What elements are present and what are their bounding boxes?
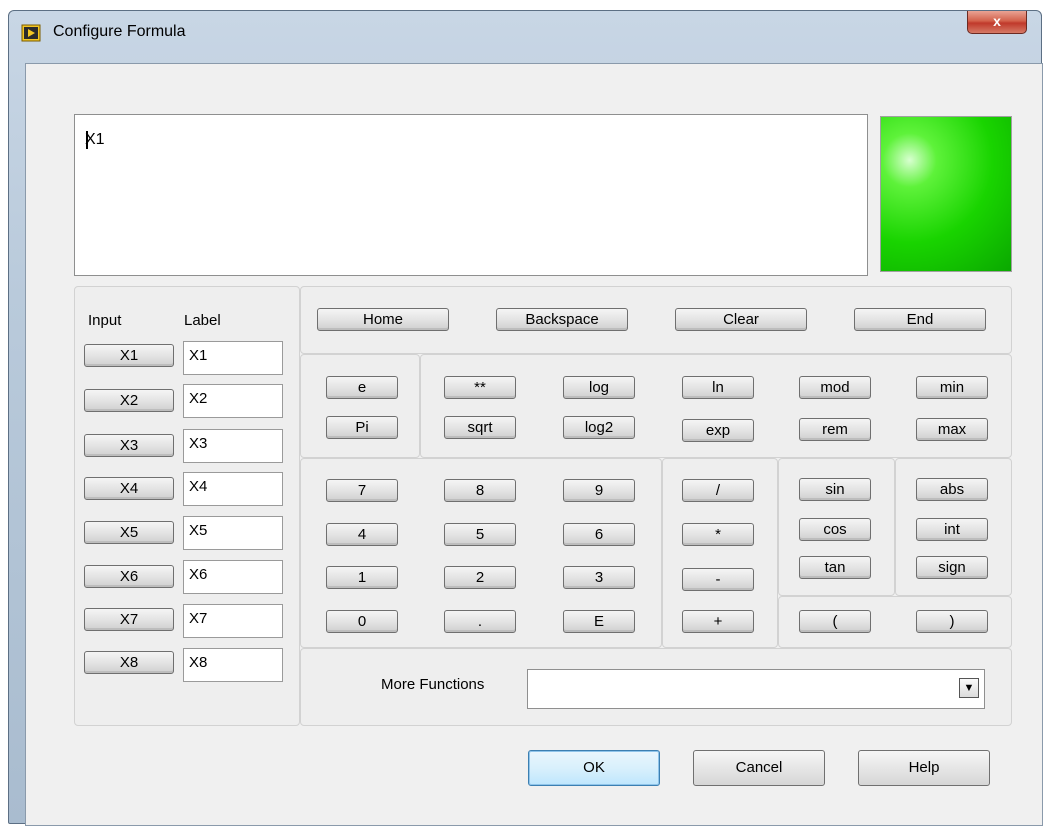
log2-button[interactable]: log2 [563,416,635,439]
sin-button[interactable]: sin [799,478,871,501]
more-functions-label: More Functions [381,676,485,693]
ok-button[interactable]: OK [528,750,660,786]
input-x6-button[interactable]: X6 [84,565,174,588]
dialog-window: Configure Formula x X1 Input Label X1 X1… [8,10,1043,826]
digit-2-button[interactable]: 2 [444,566,516,589]
digit-4-button[interactable]: 4 [326,523,398,546]
label-x1-value: X1 [189,347,208,364]
formula-valid-indicator [880,116,1012,272]
constants-panel [300,354,420,458]
label-x8-field[interactable]: X8 [183,648,283,682]
decimal-point-button[interactable]: . [444,610,516,633]
label-x4-field[interactable]: X4 [183,472,283,506]
label-x1-field[interactable]: X1 [183,341,283,375]
e-button[interactable]: e [326,376,398,399]
clear-button[interactable]: Clear [675,308,807,331]
dialog-client-area: X1 Input Label X1 X1 X2 X2 X3 X3 X4 X4 X… [25,63,1043,826]
text-caret [86,131,88,149]
pi-button[interactable]: Pi [326,416,398,439]
label-column-header: Label [184,312,221,329]
tan-button[interactable]: tan [799,556,871,579]
labview-app-icon [21,24,41,42]
label-x6-field[interactable]: X6 [183,560,283,594]
digit-9-button[interactable]: 9 [563,479,635,502]
int-button[interactable]: int [916,518,988,541]
label-x4-value: X4 [189,478,208,495]
plus-button[interactable]: + [682,610,754,633]
label-x2-value: X2 [189,390,208,407]
input-x7-button[interactable]: X7 [84,608,174,631]
log-button[interactable]: log [563,376,635,399]
label-x3-field[interactable]: X3 [183,429,283,463]
input-x4-button[interactable]: X4 [84,477,174,500]
exponent-e-button[interactable]: E [563,610,635,633]
ln-button[interactable]: ln [682,376,754,399]
input-x5-button[interactable]: X5 [84,521,174,544]
abs-button[interactable]: abs [916,478,988,501]
label-x6-value: X6 [189,566,208,583]
label-x2-field[interactable]: X2 [183,384,283,418]
digit-0-button[interactable]: 0 [326,610,398,633]
digit-3-button[interactable]: 3 [563,566,635,589]
window-title: Configure Formula [53,23,186,40]
rem-button[interactable]: rem [799,418,871,441]
input-x2-button[interactable]: X2 [84,389,174,412]
cancel-button[interactable]: Cancel [693,750,825,786]
input-x3-button[interactable]: X3 [84,434,174,457]
label-x8-value: X8 [189,654,208,671]
close-button[interactable]: x [967,11,1027,34]
digit-7-button[interactable]: 7 [326,479,398,502]
label-x5-value: X5 [189,522,208,539]
exp-button[interactable]: exp [682,419,754,442]
title-bar[interactable]: Configure Formula x [9,11,1041,57]
min-button[interactable]: min [916,376,988,399]
input-column-header: Input [88,312,122,329]
left-paren-button[interactable]: ( [799,610,871,633]
sign-button[interactable]: sign [916,556,988,579]
input-x1-button[interactable]: X1 [84,344,174,367]
sqrt-button[interactable]: sqrt [444,416,516,439]
input-x8-button[interactable]: X8 [84,651,174,674]
mod-button[interactable]: mod [799,376,871,399]
functions-panel [420,354,1012,458]
max-button[interactable]: max [916,418,988,441]
label-x7-value: X7 [189,610,208,627]
divide-button[interactable]: / [682,479,754,502]
formula-input[interactable]: X1 [74,114,868,276]
end-button[interactable]: End [854,308,986,331]
power-button[interactable]: ** [444,376,516,399]
home-button[interactable]: Home [317,308,449,331]
multiply-button[interactable]: * [682,523,754,546]
more-functions-dropdown[interactable]: ▼ [527,669,985,709]
minus-button[interactable]: - [682,568,754,591]
label-x3-value: X3 [189,435,208,452]
backspace-button[interactable]: Backspace [496,308,628,331]
dropdown-arrow-icon[interactable]: ▼ [959,678,979,698]
label-x5-field[interactable]: X5 [183,516,283,550]
label-x7-field[interactable]: X7 [183,604,283,638]
digit-5-button[interactable]: 5 [444,523,516,546]
help-button[interactable]: Help [858,750,990,786]
cos-button[interactable]: cos [799,518,871,541]
digit-6-button[interactable]: 6 [563,523,635,546]
right-paren-button[interactable]: ) [916,610,988,633]
digit-1-button[interactable]: 1 [326,566,398,589]
digit-8-button[interactable]: 8 [444,479,516,502]
